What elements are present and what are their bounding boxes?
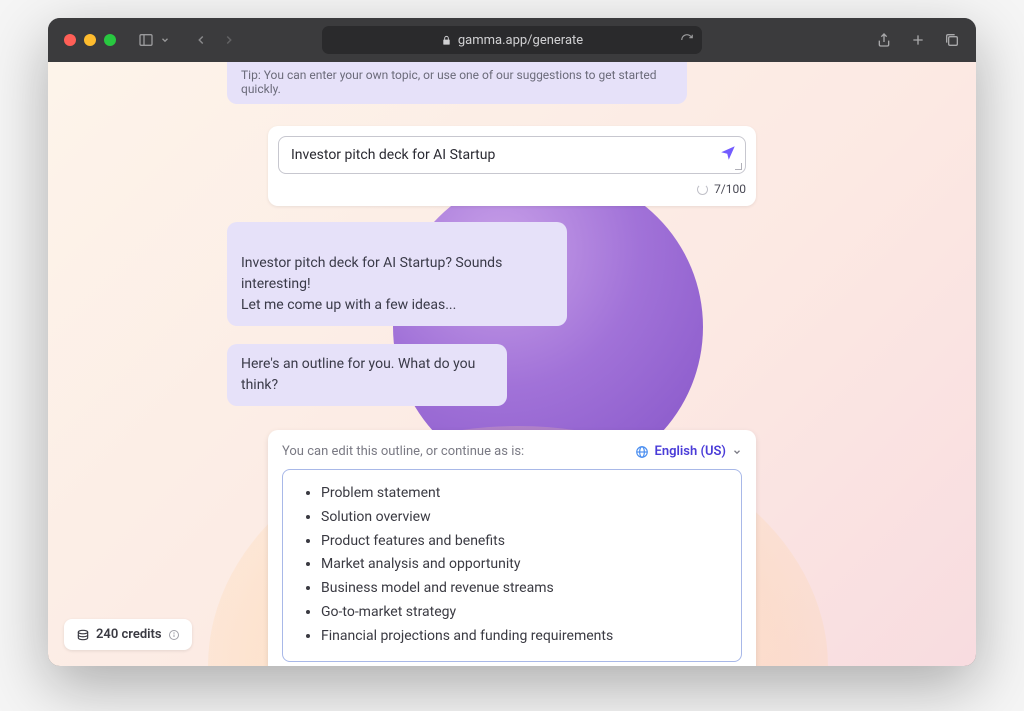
traffic-lights (64, 34, 116, 46)
prompt-text: Investor pitch deck for AI Startup (291, 147, 705, 163)
minimize-window-icon[interactable] (84, 34, 96, 46)
resize-handle-icon[interactable] (735, 163, 743, 171)
list-item[interactable]: Business model and revenue streams (321, 577, 727, 601)
lock-icon (441, 35, 452, 46)
prompt-input-card: Investor pitch deck for AI Startup 7/100 (268, 126, 756, 206)
send-icon (719, 144, 737, 162)
ai-message-2-text: Here's an outline for you. What do you t… (241, 356, 475, 393)
list-item[interactable]: Problem statement (321, 482, 727, 506)
outline-editor[interactable]: Problem statement Solution overview Prod… (282, 469, 742, 662)
nav-back-icon[interactable] (194, 33, 208, 47)
outline-card: You can edit this outline, or continue a… (268, 430, 756, 666)
coins-icon (76, 628, 90, 642)
browser-titlebar: gamma.app/generate (48, 18, 976, 62)
close-window-icon[interactable] (64, 34, 76, 46)
prompt-textarea[interactable]: Investor pitch deck for AI Startup (278, 136, 746, 174)
url-text: gamma.app/generate (458, 33, 583, 48)
tip-text: Tip: You can enter your own topic, or us… (241, 68, 657, 96)
outline-hint: You can edit this outline, or continue a… (282, 444, 524, 459)
language-label: English (US) (655, 444, 726, 459)
char-counter: 7/100 (714, 182, 746, 196)
chevron-down-icon[interactable] (160, 35, 170, 45)
credits-label: 240 credits (96, 627, 162, 642)
new-tab-icon[interactable] (910, 32, 926, 48)
language-selector[interactable]: English (US) (635, 444, 742, 459)
tabs-overview-icon[interactable] (944, 32, 960, 48)
list-item[interactable]: Solution overview (321, 506, 727, 530)
spinner-icon (697, 184, 708, 195)
sidebar-icon[interactable] (138, 32, 154, 48)
ai-message-1-text: Investor pitch deck for AI Startup? Soun… (241, 255, 502, 313)
address-bar[interactable]: gamma.app/generate (322, 26, 702, 54)
share-icon[interactable] (876, 32, 892, 48)
tip-bubble: Tip: You can enter your own topic, or us… (227, 62, 687, 104)
list-item[interactable]: Market analysis and opportunity (321, 553, 727, 577)
page-content: Tip: You can enter your own topic, or us… (48, 62, 976, 666)
maximize-window-icon[interactable] (104, 34, 116, 46)
list-item[interactable]: Go-to-market strategy (321, 601, 727, 625)
chevron-down-icon (732, 447, 742, 457)
list-item[interactable]: Product features and benefits (321, 530, 727, 554)
ai-message-1: Investor pitch deck for AI Startup? Soun… (227, 222, 567, 326)
browser-window: gamma.app/generate Tip: You can enter yo… (48, 18, 976, 666)
list-item[interactable]: Financial projections and funding requir… (321, 625, 727, 649)
nav-forward-icon[interactable] (222, 33, 236, 47)
reload-icon[interactable] (680, 33, 694, 47)
outline-list: Problem statement Solution overview Prod… (297, 482, 727, 649)
info-icon[interactable] (168, 629, 180, 641)
ai-message-2: Here's an outline for you. What do you t… (227, 344, 507, 406)
globe-icon (635, 445, 649, 459)
credits-pill[interactable]: 240 credits (64, 619, 192, 650)
